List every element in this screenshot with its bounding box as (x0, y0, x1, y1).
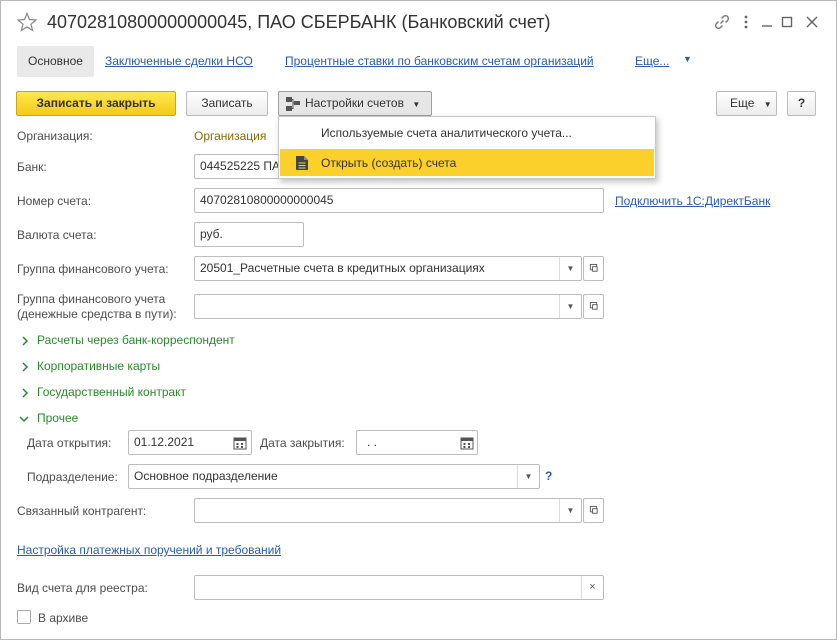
window-title: 40702810800000000045, ПАО СБЕРБАНК (Банк… (47, 12, 551, 32)
close-date-label: Дата закрытия: (260, 436, 345, 450)
tab-more-chevron-down-icon[interactable]: ▼ (683, 54, 692, 64)
open-date-label: Дата открытия: (27, 436, 112, 450)
counterparty-label: Связанный контрагент: (17, 504, 147, 518)
accounts-settings-label: Настройки счетов (305, 96, 404, 110)
department-value: Основное подразделение (134, 469, 278, 483)
fin-group-transit-field[interactable]: ▼ (194, 294, 582, 319)
calendar-icon[interactable] (459, 435, 475, 451)
form-window: 40702810800000000045, ПАО СБЕРБАНК (Банк… (0, 0, 837, 640)
department-label: Подразделение: (27, 470, 118, 484)
tab-interest-rates[interactable]: Процентные ставки по банковским счетам о… (285, 54, 594, 68)
help-button[interactable]: ? (787, 91, 816, 116)
counterparty-field[interactable]: ▼ (194, 498, 582, 523)
department-help-icon[interactable]: ? (545, 469, 552, 483)
clear-icon[interactable]: × (581, 576, 603, 599)
group-other[interactable]: Прочее (37, 411, 78, 425)
dropdown-chevron-down-icon[interactable]: ▼ (517, 465, 539, 488)
minimize-icon[interactable] (758, 13, 776, 31)
tab-more[interactable]: Еще... (635, 54, 669, 68)
registry-type-label: Вид счета для реестра: (17, 581, 148, 595)
dropdown-chevron-down-icon[interactable]: ▼ (559, 295, 581, 318)
fin-group-label: Группа финансового учета: (17, 262, 169, 276)
dropdown-chevron-down-icon[interactable]: ▼ (559, 499, 581, 522)
calendar-icon[interactable] (232, 435, 248, 451)
fin-group-transit-label-1: Группа финансового учета (17, 292, 166, 306)
accounts-settings-button[interactable]: Настройки счетов ▼ (278, 91, 432, 116)
maximize-icon[interactable] (778, 13, 796, 31)
close-date-value: . . (367, 435, 378, 449)
save-and-close-button[interactable]: Записать и закрыть (16, 91, 176, 116)
organization-value[interactable]: Организация (194, 129, 266, 143)
chevron-down-icon[interactable] (18, 413, 30, 425)
chevron-down-icon: ▼ (763, 100, 772, 109)
currency-label: Валюта счета: (17, 228, 97, 242)
favorite-star-icon[interactable] (17, 11, 37, 33)
account-number-field[interactable]: 40702810800000000045 (194, 188, 604, 213)
document-icon (296, 156, 308, 170)
close-icon[interactable] (803, 13, 821, 31)
currency-field[interactable]: руб. (194, 222, 304, 247)
open-fin-group-transit-icon[interactable] (583, 294, 604, 319)
chevron-right-icon[interactable] (19, 361, 31, 373)
chevron-right-icon[interactable] (19, 335, 31, 347)
bank-field[interactable]: 044525225 ПАО (194, 154, 284, 179)
connect-directbank-link[interactable]: Подключить 1С:ДиректБанк (615, 194, 770, 208)
open-counterparty-icon[interactable] (583, 498, 604, 523)
dropdown-chevron-down-icon[interactable]: ▼ (559, 257, 581, 280)
accounts-settings-icon (286, 97, 300, 111)
tab-main[interactable]: Основное (17, 46, 94, 77)
account-number-label: Номер счета: (17, 194, 92, 208)
save-button[interactable]: Записать (186, 91, 268, 116)
menu-dots-icon[interactable] (737, 13, 755, 31)
menu-item-used-accounts[interactable]: Используемые счета аналитического учета.… (321, 126, 572, 140)
department-field[interactable]: Основное подразделение ▼ (128, 464, 540, 489)
chevron-down-icon: ▼ (412, 100, 421, 109)
menu-item-open-accounts-label: Открыть (создать) счета (321, 156, 457, 170)
more-label: Еще (730, 96, 755, 110)
tab-nso-deals[interactable]: Заключенные сделки НСО (105, 54, 253, 68)
group-state-contract[interactable]: Государственный контракт (37, 385, 186, 399)
chevron-right-icon[interactable] (19, 387, 31, 399)
bank-label: Банк: (17, 160, 47, 174)
organization-label: Организация: (17, 129, 93, 143)
archive-checkbox[interactable] (17, 610, 31, 624)
archive-label: В архиве (38, 611, 89, 625)
more-button[interactable]: Еще ▼ (716, 91, 777, 116)
fin-group-value: 20501_Расчетные счета в кредитных органи… (200, 261, 485, 275)
open-date-value: 01.12.2021 (134, 435, 195, 449)
open-fin-group-icon[interactable] (583, 256, 604, 281)
fin-group-field[interactable]: 20501_Расчетные счета в кредитных органи… (194, 256, 582, 281)
group-correspondent-bank[interactable]: Расчеты через банк-корреспондент (37, 333, 235, 347)
registry-type-field[interactable]: × (194, 575, 604, 600)
fin-group-transit-label-2: (денежные средства в пути): (17, 307, 177, 321)
payment-settings-link[interactable]: Настройка платежных поручений и требован… (17, 543, 281, 557)
group-corporate-cards[interactable]: Корпоративные карты (37, 359, 160, 373)
link-icon[interactable] (713, 13, 731, 31)
